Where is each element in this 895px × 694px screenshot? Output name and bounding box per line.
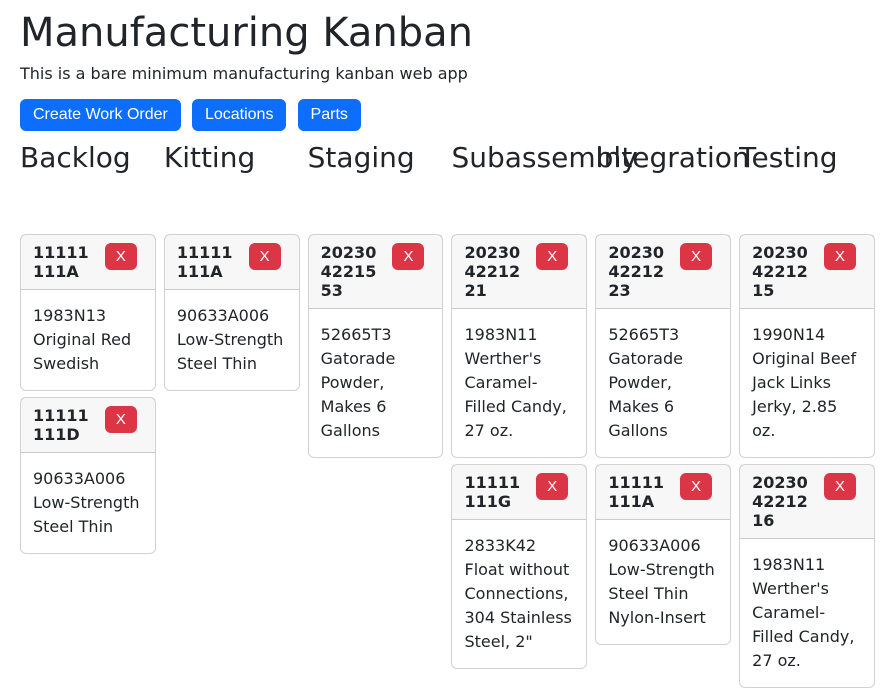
work-order-id: 11111111A (608, 473, 674, 511)
work-order-card[interactable]: 11111111GX2833K42 Float without Connecti… (451, 464, 587, 669)
kanban-column: Integration202304221223X52665T3 Gatorade… (595, 141, 731, 694)
create-work-order-button[interactable]: Create Work Order (20, 99, 181, 131)
delete-button[interactable]: X (392, 243, 424, 270)
work-order-id: 202304221553 (321, 243, 387, 300)
card-list: 202304221221X1983N11 Werther's Caramel-F… (451, 234, 587, 669)
work-order-card[interactable]: 202304221553X52665T3 Gatorade Powder, Ma… (308, 234, 444, 458)
toolbar: Create Work Order Locations Parts (20, 99, 875, 131)
kanban-column: Testing202304221215X1990N14 Original Bee… (739, 141, 875, 694)
parts-button[interactable]: Parts (298, 99, 361, 131)
delete-button[interactable]: X (249, 243, 281, 270)
work-order-card[interactable]: 202304221221X1983N11 Werther's Caramel-F… (451, 234, 587, 458)
delete-button[interactable]: X (105, 406, 137, 433)
card-list: 11111111AX1983N13 Original Red Swedish11… (20, 234, 156, 554)
column-title: Integration (595, 141, 731, 174)
column-title: Backlog (20, 141, 156, 174)
work-order-desc: 1983N11 Werther's Caramel-Filled Candy, … (452, 309, 586, 457)
work-order-desc: 90633A006 Low-Strength Steel Thin (165, 290, 299, 390)
card-header: 11111111AX (21, 235, 155, 290)
kanban-column: Kitting11111111AX90633A006 Low-Strength … (164, 141, 300, 694)
page-subtitle: This is a bare minimum manufacturing kan… (20, 64, 875, 83)
card-header: 202304221216X (740, 465, 874, 539)
card-header: 11111111DX (21, 398, 155, 453)
work-order-desc: 90633A006 Low-Strength Steel Thin Nylon-… (596, 520, 730, 644)
delete-button[interactable]: X (824, 473, 856, 500)
work-order-desc: 52665T3 Gatorade Powder, Makes 6 Gallons (596, 309, 730, 457)
card-list: 202304221215X1990N14 Original Beef Jack … (739, 234, 875, 688)
column-title: Testing (739, 141, 875, 174)
kanban-column: Backlog11111111AX1983N13 Original Red Sw… (20, 141, 156, 694)
card-header: 11111111GX (452, 465, 586, 520)
page-title: Manufacturing Kanban (20, 10, 875, 56)
work-order-card[interactable]: 11111111DX90633A006 Low-Strength Steel T… (20, 397, 156, 554)
work-order-card[interactable]: 202304221223X52665T3 Gatorade Powder, Ma… (595, 234, 731, 458)
card-header: 11111111AX (596, 465, 730, 520)
work-order-card[interactable]: 202304221215X1990N14 Original Beef Jack … (739, 234, 875, 458)
work-order-id: 11111111D (33, 406, 99, 444)
column-title: Subassembly (451, 141, 587, 174)
card-list: 11111111AX90633A006 Low-Strength Steel T… (164, 234, 300, 391)
card-header: 202304221215X (740, 235, 874, 309)
delete-button[interactable]: X (536, 243, 568, 270)
delete-button[interactable]: X (536, 473, 568, 500)
locations-button[interactable]: Locations (192, 99, 287, 131)
work-order-desc: 90633A006 Low-Strength Steel Thin (21, 453, 155, 553)
kanban-column: Staging202304221553X52665T3 Gatorade Pow… (308, 141, 444, 694)
card-list: 202304221223X52665T3 Gatorade Powder, Ma… (595, 234, 731, 645)
work-order-id: 202304221223 (608, 243, 674, 300)
work-order-desc: 52665T3 Gatorade Powder, Makes 6 Gallons (309, 309, 443, 457)
column-title: Staging (308, 141, 444, 174)
work-order-id: 202304221215 (752, 243, 818, 300)
work-order-card[interactable]: 11111111AX90633A006 Low-Strength Steel T… (595, 464, 731, 645)
card-header: 202304221223X (596, 235, 730, 309)
work-order-id: 11111111A (177, 243, 243, 281)
card-header: 202304221221X (452, 235, 586, 309)
work-order-desc: 2833K42 Float without Connections, 304 S… (452, 520, 586, 668)
work-order-desc: 1990N14 Original Beef Jack Links Jerky, … (740, 309, 874, 457)
delete-button[interactable]: X (824, 243, 856, 270)
work-order-id: 202304221221 (464, 243, 530, 300)
work-order-id: 11111111G (464, 473, 530, 511)
delete-button[interactable]: X (105, 243, 137, 270)
column-title: Kitting (164, 141, 300, 174)
work-order-card[interactable]: 11111111AX90633A006 Low-Strength Steel T… (164, 234, 300, 391)
card-header: 202304221553X (309, 235, 443, 309)
work-order-desc: 1983N13 Original Red Swedish (21, 290, 155, 390)
card-header: 11111111AX (165, 235, 299, 290)
work-order-id: 202304221216 (752, 473, 818, 530)
kanban-column: Subassembly202304221221X1983N11 Werther'… (451, 141, 587, 694)
card-list: 202304221553X52665T3 Gatorade Powder, Ma… (308, 234, 444, 458)
work-order-card[interactable]: 11111111AX1983N13 Original Red Swedish (20, 234, 156, 391)
kanban-board: Backlog11111111AX1983N13 Original Red Sw… (20, 141, 875, 694)
delete-button[interactable]: X (680, 473, 712, 500)
work-order-id: 11111111A (33, 243, 99, 281)
work-order-card[interactable]: 202304221216X1983N11 Werther's Caramel-F… (739, 464, 875, 688)
delete-button[interactable]: X (680, 243, 712, 270)
